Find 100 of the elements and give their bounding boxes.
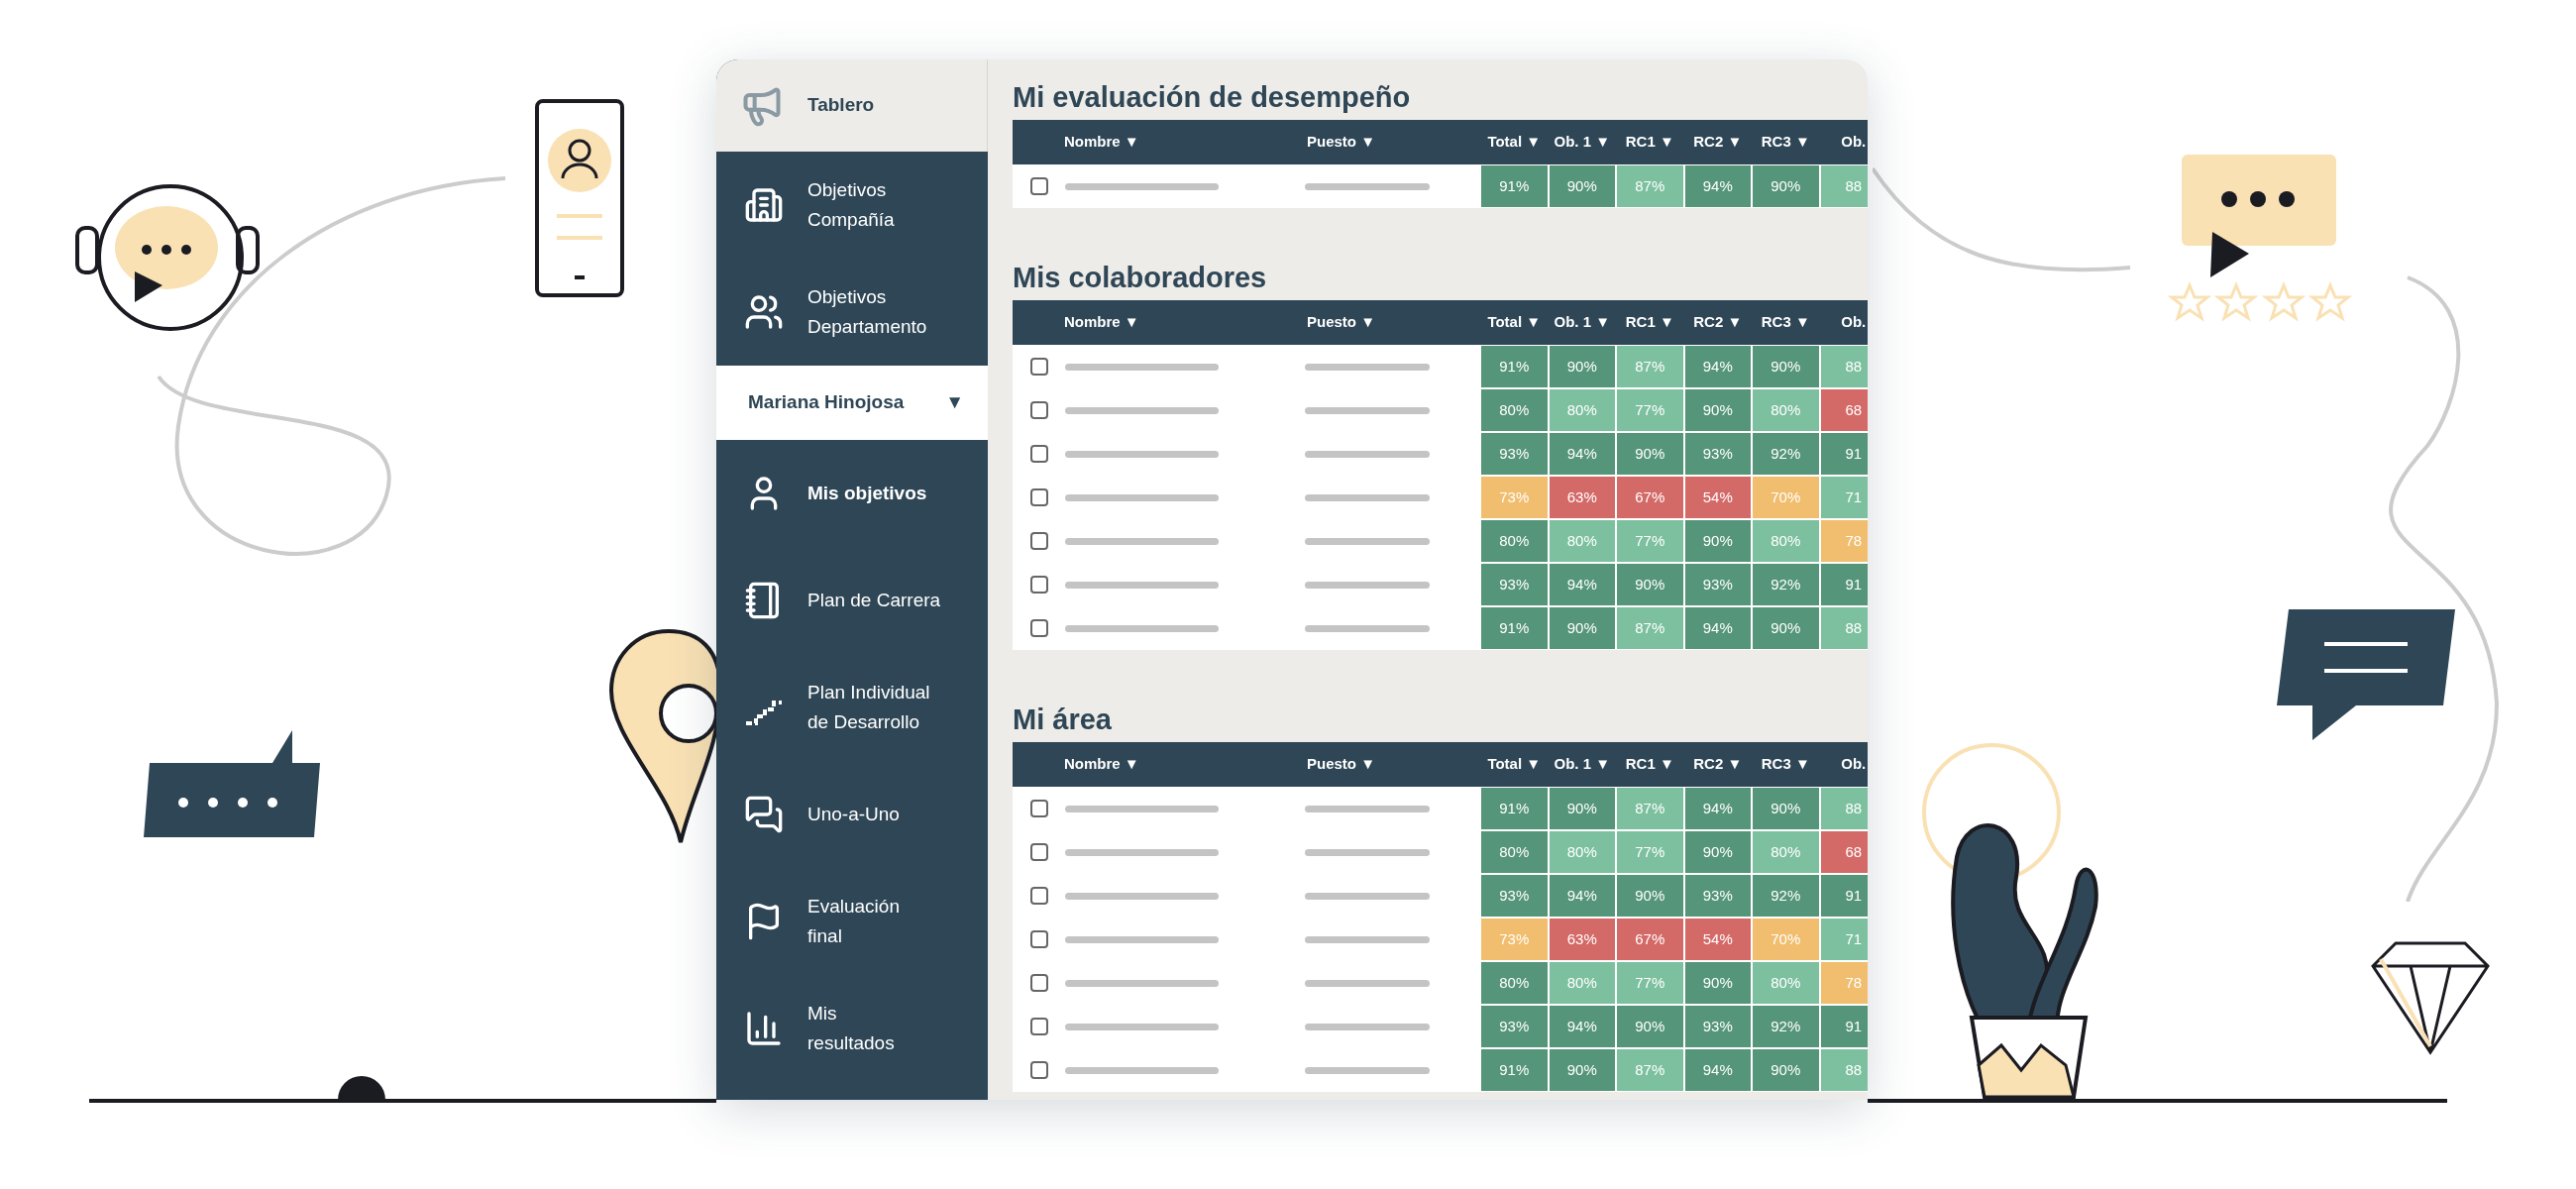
checkbox[interactable] [1030,445,1048,463]
sidebar-item[interactable]: Objetivos Compañía [716,152,988,259]
score-cell: 63% [1548,476,1616,519]
score-cell: 77% [1616,830,1684,874]
score-cell: 94% [1683,345,1752,388]
sidebar-item[interactable]: Mis resultados [716,975,988,1082]
sidebar-item[interactable]: Plan Individual de Desarrollo [716,654,988,761]
score-cell: 92% [1752,1005,1820,1048]
score-cell: 90% [1683,388,1752,432]
column-header[interactable]: Puesto ▼ [1307,133,1376,151]
score-cell: 90% [1548,606,1616,650]
column-header[interactable]: Total ▼ [1480,753,1549,776]
score-cell: 68 [1819,388,1868,432]
score-cell: 87% [1616,606,1684,650]
column-header[interactable]: Nombre ▼ [1064,313,1139,331]
column-header[interactable]: Ob. [1819,753,1868,776]
score-cell: 90% [1752,345,1820,388]
column-header[interactable]: Ob. [1819,311,1868,334]
column-header[interactable]: Total ▼ [1480,311,1549,334]
score-cell: 88 [1819,164,1868,208]
column-header[interactable]: RC1 ▼ [1616,753,1684,776]
score-cell: 93% [1480,874,1549,918]
score-cell: 93% [1683,432,1752,476]
section-title: Mis colaboradores [1013,261,1268,295]
score-cell: 94% [1683,1048,1752,1092]
score-cell: 93% [1480,563,1549,606]
score-cell: 87% [1616,345,1684,388]
column-header[interactable]: RC3 ▼ [1752,311,1820,334]
sidebar-item[interactable]: Mis objetivos [716,440,988,547]
score-cell: 90% [1683,830,1752,874]
column-header[interactable]: RC1 ▼ [1616,131,1684,154]
checkbox[interactable] [1030,401,1048,419]
sidebar-label: Mis objetivos [807,482,927,505]
score-cell: 92% [1752,563,1820,606]
column-header[interactable]: Ob. [1819,131,1868,154]
column-header[interactable]: RC2 ▼ [1683,753,1752,776]
score-cell: 90% [1616,874,1684,918]
checkbox[interactable] [1030,488,1048,506]
score-cell: 90% [1616,563,1684,606]
checkbox[interactable] [1030,358,1048,376]
sidebar-item[interactable]: Evaluación final [716,868,988,975]
column-header[interactable]: Nombre ▼ [1064,133,1139,151]
column-header[interactable]: Nombre ▼ [1064,755,1139,773]
column-header[interactable]: Ob. 1 ▼ [1548,311,1616,334]
sidebar-label: Plan Individual de Desarrollo [807,681,930,734]
score-cell: 87% [1616,787,1684,830]
sidebar-label: Plan de Carrera [807,589,941,612]
column-header[interactable]: Ob. 1 ▼ [1548,131,1616,154]
checkbox[interactable] [1030,532,1048,550]
column-header[interactable]: Puesto ▼ [1307,313,1376,331]
score-cell: 91% [1480,787,1549,830]
sidebar-label: Mis resultados [807,1002,895,1055]
score-cell: 80% [1548,961,1616,1005]
column-header[interactable]: Ob. 1 ▼ [1548,753,1616,776]
score-cell: 80% [1752,830,1820,874]
score-cell: 80% [1548,388,1616,432]
score-cell: 80% [1752,961,1820,1005]
checkbox[interactable] [1030,1061,1048,1079]
score-cell: 70% [1752,476,1820,519]
score-cell: 91% [1480,606,1549,650]
score-cell: 77% [1616,388,1684,432]
building-icon [744,185,784,225]
score-cell: 94% [1683,164,1752,208]
sidebar-item[interactable]: Objetivos Departamento [716,259,988,366]
score-cell: 94% [1548,432,1616,476]
score-cell: 90% [1616,1005,1684,1048]
checkbox[interactable] [1030,177,1048,195]
checkbox[interactable] [1030,619,1048,637]
column-header[interactable]: Puesto ▼ [1307,755,1376,773]
score-cell: 91 [1819,563,1868,606]
column-header[interactable]: RC2 ▼ [1683,311,1752,334]
checkbox[interactable] [1030,974,1048,992]
checkbox[interactable] [1030,576,1048,594]
checkbox[interactable] [1030,1018,1048,1035]
score-cell: 90% [1752,606,1820,650]
score-cell: 90% [1683,961,1752,1005]
user-dropdown[interactable]: Mariana Hinojosa ▼ [716,366,988,440]
score-cell: 90% [1752,787,1820,830]
sidebar-item[interactable]: Plan de Carrera [716,547,988,654]
caret-icon: ▼ [945,388,964,417]
column-header[interactable]: RC1 ▼ [1616,311,1684,334]
column-header[interactable]: RC3 ▼ [1752,753,1820,776]
column-header[interactable]: Total ▼ [1480,131,1549,154]
score-cell: 73% [1480,918,1549,961]
column-header[interactable]: RC2 ▼ [1683,131,1752,154]
score-cell: 94% [1683,787,1752,830]
score-cell: 78 [1819,961,1868,1005]
column-header[interactable]: RC3 ▼ [1752,131,1820,154]
score-cell: 92% [1752,874,1820,918]
sidebar-item[interactable]: Tablero [716,59,988,152]
checkbox[interactable] [1030,843,1048,861]
sidebar-item[interactable]: Uno-a-Uno [716,761,988,868]
score-cell: 94% [1548,563,1616,606]
checkbox[interactable] [1030,800,1048,817]
score-cell: 90% [1752,164,1820,208]
score-cell: 93% [1480,432,1549,476]
score-cell: 88 [1819,1048,1868,1092]
sidebar-label: Objetivos Departamento [807,285,927,339]
checkbox[interactable] [1030,930,1048,948]
checkbox[interactable] [1030,887,1048,905]
